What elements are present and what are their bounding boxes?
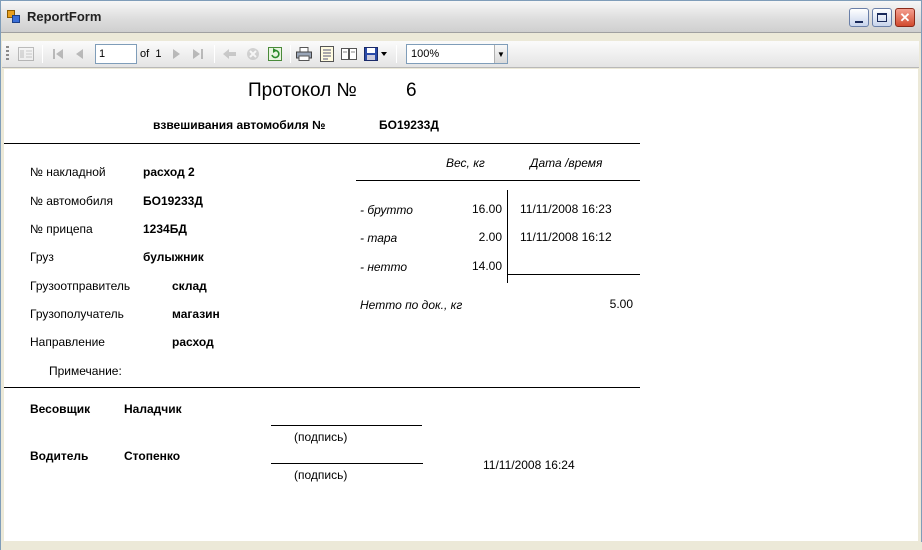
first-page-button[interactable] — [50, 46, 66, 62]
previous-page-button[interactable] — [72, 46, 88, 62]
datetime-header: Дата /время — [530, 156, 603, 170]
print-button[interactable] — [296, 46, 312, 62]
refresh-icon — [268, 47, 282, 61]
field-value: расход — [172, 335, 214, 349]
field-label: Направление — [30, 335, 105, 349]
field-value: расход 2 — [143, 165, 195, 179]
field-label: № накладной — [30, 165, 106, 179]
signature-caption: (подпись) — [294, 430, 348, 444]
close-icon: ✕ — [899, 10, 911, 25]
toolbar-grip[interactable] — [6, 46, 9, 62]
stop-button[interactable] — [245, 46, 261, 62]
zoom-value: 100% — [411, 48, 440, 60]
maximize-button[interactable] — [872, 8, 892, 27]
protocol-number: 6 — [406, 80, 417, 101]
last-page-icon — [193, 49, 203, 59]
weighing-vehicle: БО19233Д — [379, 118, 439, 132]
weigher-label: Весовщик — [30, 402, 91, 416]
driver-label: Водитель — [30, 449, 89, 463]
refresh-button[interactable] — [267, 46, 283, 62]
field-label: Груз — [30, 250, 54, 264]
row-weight: 16.00 — [471, 202, 502, 216]
close-button[interactable]: ✕ — [895, 8, 915, 27]
last-page-button[interactable] — [190, 46, 206, 62]
weight-header: Вес, кг — [446, 156, 485, 170]
header-divider — [4, 143, 640, 144]
field-value: склад — [172, 279, 207, 293]
weigher-name: Наладчик — [124, 402, 182, 416]
table-header-divider — [356, 180, 640, 181]
first-page-icon — [53, 49, 63, 59]
print-layout-icon — [320, 46, 334, 62]
current-page-input[interactable]: 1 — [95, 44, 137, 64]
row-label: - тара — [360, 231, 398, 245]
page-setup-button[interactable] — [341, 46, 357, 62]
signature-line — [271, 425, 422, 426]
field-value: магазин — [172, 307, 220, 321]
field-label: № прицепа — [30, 222, 93, 236]
row-weight: 2.00 — [478, 230, 502, 244]
document-map-button[interactable] — [18, 46, 34, 62]
netto-doc-label: Нетто по док., кг — [360, 298, 463, 312]
print-layout-button[interactable] — [319, 46, 335, 62]
window-title: ReportForm — [27, 9, 102, 24]
note-label: Примечание: — [49, 364, 122, 378]
page-of-label: of 1 — [140, 48, 162, 60]
field-label: Грузополучатель — [30, 307, 124, 321]
zoom-select[interactable]: 100% ▼ — [406, 44, 508, 64]
page-setup-icon — [341, 48, 357, 60]
stop-icon — [247, 48, 259, 60]
row-label: - нетто — [360, 260, 408, 274]
field-label: № автомобиля — [30, 194, 114, 208]
driver-name: Стопенко — [124, 449, 181, 463]
field-value: БО19233Д — [143, 194, 203, 208]
table-column-divider — [507, 190, 508, 283]
title-bar[interactable]: ReportForm ✕ — [1, 1, 921, 33]
app-icon — [7, 10, 21, 24]
next-page-icon — [173, 49, 180, 59]
document-map-icon — [18, 47, 34, 61]
printed-datetime: 11/11/2008 16:24 — [483, 458, 575, 472]
export-button[interactable] — [364, 46, 390, 62]
save-icon — [364, 47, 387, 61]
signature-line — [271, 463, 423, 464]
row-label: - брутто — [360, 203, 413, 217]
netto-doc-value: 5.00 — [609, 297, 633, 311]
field-value: 1234БД — [143, 222, 187, 236]
chevron-down-icon[interactable]: ▼ — [494, 45, 507, 63]
report-window: ReportForm ✕ 1 of 1 100% ▼ Протокол № 6 … — [0, 0, 922, 550]
signature-caption: (подпись) — [294, 468, 348, 482]
row-datetime: 11/11/2008 16:12 — [520, 230, 612, 244]
back-button[interactable] — [222, 46, 238, 62]
report-page: Протокол № 6 взвешивания автомобиля № БО… — [4, 69, 918, 541]
datetime-underline — [508, 274, 640, 275]
row-datetime: 11/11/2008 16:23 — [520, 202, 612, 216]
protocol-label: Протокол № — [248, 80, 357, 101]
footer-divider — [4, 387, 640, 388]
field-label: Грузоотправитель — [30, 279, 131, 293]
minimize-icon — [855, 20, 863, 23]
minimize-button[interactable] — [849, 8, 869, 27]
maximize-icon — [877, 13, 887, 22]
previous-page-icon — [76, 49, 83, 59]
back-arrow-icon — [223, 49, 236, 59]
report-toolbar: 1 of 1 100% ▼ — [2, 41, 919, 68]
field-value: булыжник — [143, 250, 204, 264]
next-page-button[interactable] — [168, 46, 184, 62]
printer-icon — [296, 47, 312, 61]
row-weight: 14.00 — [471, 259, 502, 273]
window-bottom-edge — [1, 542, 922, 550]
weighing-label: взвешивания автомобиля № — [153, 118, 326, 132]
